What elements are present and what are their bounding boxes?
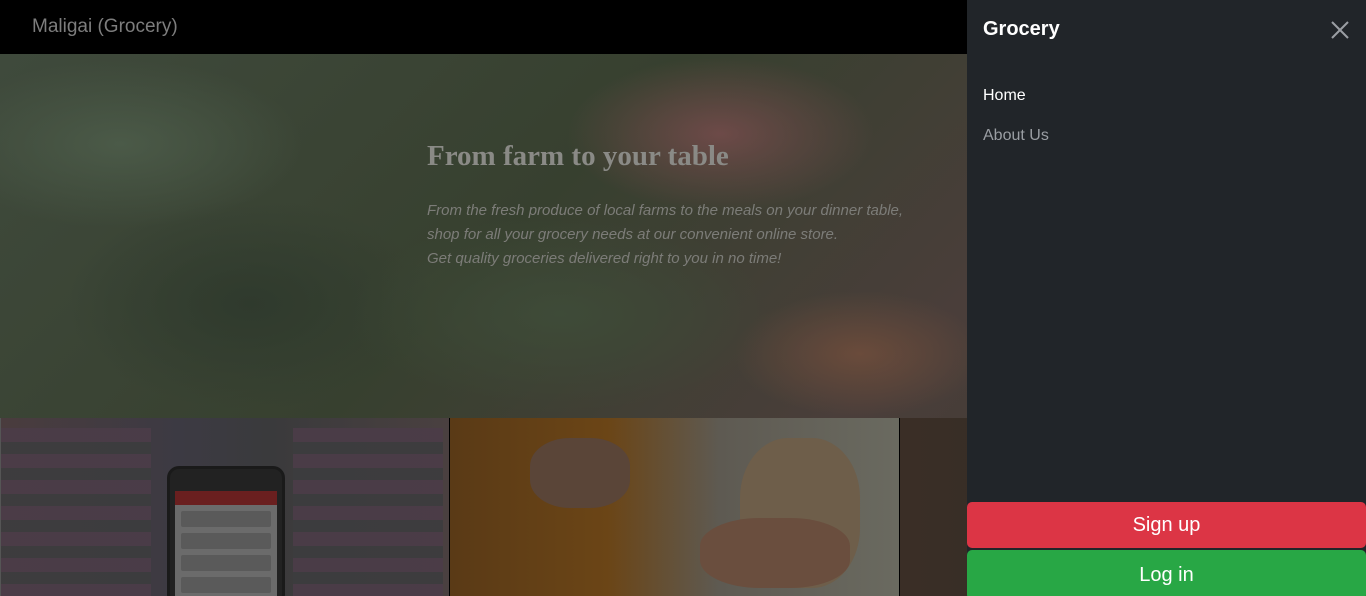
nav-link-about-us[interactable]: About Us xyxy=(983,124,1049,148)
hero-text-line: Get quality groceries delivered right to… xyxy=(427,250,782,267)
close-icon[interactable] xyxy=(1328,18,1352,42)
card-image-delivery xyxy=(450,418,899,596)
card-image-mobile-shopping xyxy=(0,418,449,596)
hero-text-line: From the fresh produce of local farms to… xyxy=(427,202,904,219)
nav-link-home[interactable]: Home xyxy=(983,84,1049,108)
offcanvas-header: Grocery xyxy=(983,18,1352,44)
offcanvas-menu: Grocery Home About Us Sign up Log in xyxy=(967,0,1366,596)
hand-image xyxy=(530,438,630,508)
hero-content: From farm to your table From the fresh p… xyxy=(427,140,967,271)
log-in-button[interactable]: Log in xyxy=(967,550,1366,596)
hero-title: From farm to your table xyxy=(427,140,729,172)
brand-link[interactable]: Maligai (Grocery) xyxy=(32,16,178,38)
shelf-image xyxy=(1,428,151,596)
shelf-image xyxy=(293,428,443,596)
phone-image xyxy=(167,466,285,596)
hero-text-line: shop for all your grocery needs at our c… xyxy=(427,226,839,243)
hand-image xyxy=(700,518,850,588)
sign-up-button[interactable]: Sign up xyxy=(967,502,1366,548)
offcanvas-nav: Home About Us xyxy=(983,84,1049,164)
offcanvas-title: Grocery xyxy=(983,18,1060,40)
